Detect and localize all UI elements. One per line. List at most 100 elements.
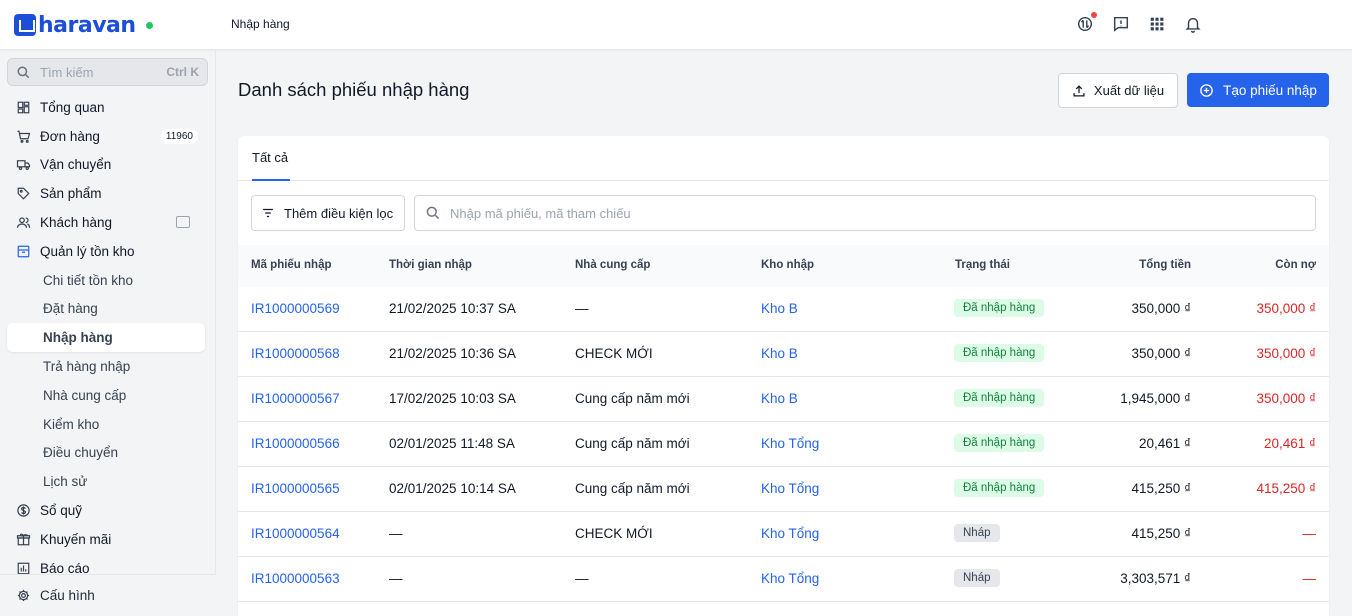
filter-icon xyxy=(263,208,273,218)
receipt-code-link[interactable]: IR1000000563 xyxy=(251,571,340,586)
receipt-total: 350,000 ₫ xyxy=(1131,301,1191,316)
receipt-code-link[interactable]: IR1000000569 xyxy=(251,301,340,316)
gear-icon xyxy=(17,589,30,602)
sidebar-subitem-label: Điều chuyển xyxy=(43,445,119,461)
sidebar-search[interactable]: Tìm kiếm Ctrl K xyxy=(7,58,208,86)
receipt-search xyxy=(414,195,1316,231)
table-row[interactable]: IR1000000569 21/02/2025 10:37 SA — Kho B… xyxy=(238,287,1329,332)
sidebar-subitem-purchase-order[interactable]: Đặt hàng xyxy=(0,295,216,324)
receipt-debt: 350,000 ₫ xyxy=(1256,301,1316,316)
sidebar-item-settings[interactable]: Cấu hình xyxy=(0,574,216,616)
sidebar-item-label: Tổng quan xyxy=(40,99,105,115)
column-header[interactable]: Kho nhập xyxy=(761,259,814,271)
sidebar-item-cashbook[interactable]: Sổ quỹ xyxy=(0,496,216,525)
sidebar-item-customers[interactable]: Khách hàng xyxy=(0,208,216,237)
tab-all[interactable]: Tất cả xyxy=(252,150,290,181)
receipt-supplier: — xyxy=(575,301,589,316)
breadcrumb: Nhập hàng xyxy=(231,17,290,31)
receipt-debt: 415,250 ₫ xyxy=(1256,481,1316,496)
add-filter-button[interactable]: Thêm điều kiện lọc xyxy=(251,195,405,231)
sidebar-item-products[interactable]: Sản phẩm xyxy=(0,179,216,208)
sidebar-item-shipping[interactable]: Vận chuyển xyxy=(0,151,216,180)
create-button-label: Tạo phiếu nhập xyxy=(1223,82,1317,98)
tag-icon xyxy=(17,187,30,200)
sidebar-item-orders[interactable]: Đơn hàng 11960 xyxy=(0,122,216,151)
receipt-time: 17/02/2025 10:03 SA xyxy=(389,391,516,406)
search-icon xyxy=(426,206,440,220)
table-row[interactable]: IR1000000565 02/01/2025 10:14 SA Cung cấ… xyxy=(238,467,1329,512)
orders-count-badge: 11960 xyxy=(160,128,198,144)
receipt-warehouse-link[interactable]: Kho Tổng xyxy=(761,526,819,541)
receipt-debt: 350,000 ₫ xyxy=(1256,346,1316,361)
table-row[interactable]: IR1000000567 17/02/2025 10:03 SA Cung cấ… xyxy=(238,377,1329,422)
online-status-dot xyxy=(145,21,153,29)
receipt-code-link[interactable]: IR1000000568 xyxy=(251,346,340,361)
tabs-bar: Tất cả xyxy=(238,136,1329,181)
receipt-warehouse-link[interactable]: Kho Tổng xyxy=(761,481,819,496)
sidebar-subitem-label: Trả hàng nhập xyxy=(43,359,131,375)
receipt-search-input[interactable] xyxy=(450,205,1315,221)
search-icon xyxy=(17,66,30,78)
feedback-icon[interactable] xyxy=(1112,15,1130,33)
column-header[interactable]: Nhà cung cấp xyxy=(575,259,650,271)
receipt-code-link[interactable]: IR1000000566 xyxy=(251,436,340,451)
export-button[interactable]: Xuất dữ liệu xyxy=(1058,73,1178,108)
receipt-warehouse-link[interactable]: Kho B xyxy=(761,301,798,316)
sidebar-nav: Tổng quan Đơn hàng 11960 Vận chuyển Sản … xyxy=(0,93,216,583)
receipt-time: — xyxy=(389,571,403,586)
bell-icon[interactable] xyxy=(1184,15,1202,33)
receipt-code-link[interactable]: IR1000000567 xyxy=(251,391,340,406)
sidebar-subitem-transfer[interactable]: Điều chuyển xyxy=(0,439,216,468)
sidebar-footer-label: Cấu hình xyxy=(40,588,95,603)
receipt-debt: 350,000 ₫ xyxy=(1256,391,1316,406)
receipt-time: 02/01/2025 10:14 SA xyxy=(389,481,516,496)
customer-card-icon[interactable] xyxy=(176,216,190,229)
filter-row: Thêm điều kiện lọc xyxy=(251,195,1316,231)
receipt-warehouse-link[interactable]: Kho Tổng xyxy=(761,571,819,586)
receipt-code-link[interactable]: IR1000000564 xyxy=(251,526,340,541)
users-icon xyxy=(16,217,31,228)
receipt-warehouse-link[interactable]: Kho B xyxy=(761,391,798,406)
receipt-warehouse-link[interactable]: Kho Tổng xyxy=(761,436,819,451)
table-row[interactable]: IR1000000564 — CHECK MỚI Kho Tổng Nháp 4… xyxy=(238,512,1329,557)
apps-grid-icon[interactable] xyxy=(1148,15,1166,33)
truck-icon xyxy=(16,160,31,171)
column-header[interactable]: Còn nợ xyxy=(1275,259,1316,271)
sidebar-subitem-receive[interactable]: Nhập hàng xyxy=(7,323,205,353)
sidebar-item-overview[interactable]: Tổng quan xyxy=(0,93,216,122)
sidebar-subitem-stocktake[interactable]: Kiểm kho xyxy=(0,410,216,439)
receipt-warehouse-link[interactable]: Kho B xyxy=(761,346,798,361)
export-button-label: Xuất dữ liệu xyxy=(1093,83,1165,98)
table-header: Mã phiếu nhập Thời gian nhập Nhà cung cấ… xyxy=(238,245,1329,287)
sidebar-item-label: Đơn hàng xyxy=(40,128,100,144)
receipt-supplier: CHECK MỚI xyxy=(575,346,653,361)
receipt-time: 02/01/2025 11:48 SA xyxy=(389,436,515,451)
receipt-supplier: CHECK MỚI xyxy=(575,526,653,541)
sidebar-subitem-label: Kiểm kho xyxy=(43,416,100,432)
receipt-supplier: Cung cấp năm mới xyxy=(575,436,690,451)
haravan-logo[interactable]: haravan xyxy=(14,10,153,40)
sidebar-subitem-return[interactable]: Trả hàng nhập xyxy=(0,352,216,381)
receipts-card: Tất cả Thêm điều kiện lọc Mã phiếu nhập … xyxy=(238,136,1329,616)
sidebar-item-inventory[interactable]: Quản lý tồn kho xyxy=(0,237,216,266)
table-row[interactable]: IR1000000566 02/01/2025 11:48 SA Cung cấ… xyxy=(238,422,1329,467)
sidebar-subitem-stock-detail[interactable]: Chi tiết tồn kho xyxy=(0,266,216,295)
table-row[interactable]: IR1000000563 — — Kho Tổng Nháp 3,303,571… xyxy=(238,557,1329,602)
sidebar-item-label: Khách hàng xyxy=(40,215,113,231)
sidebar-subitem-suppliers[interactable]: Nhà cung cấp xyxy=(0,381,216,410)
column-header[interactable]: Mã phiếu nhập xyxy=(251,259,332,271)
sidebar-item-label: Sổ quỹ xyxy=(40,503,83,519)
create-receipt-button[interactable]: Tạo phiếu nhập xyxy=(1187,73,1329,107)
dashboard-icon xyxy=(17,101,30,114)
table-row[interactable]: IR1000000568 21/02/2025 10:36 SA CHECK M… xyxy=(238,332,1329,377)
receipt-time: — xyxy=(389,526,403,541)
sidebar-item-promotions[interactable]: Khuyến mãi xyxy=(0,525,216,554)
receipt-code-link[interactable]: IR1000000565 xyxy=(251,481,340,496)
receipt-debt: — xyxy=(1302,571,1317,586)
sidebar-subitem-history[interactable]: Lịch sử xyxy=(0,467,216,496)
status-badge: Đã nhập hàng xyxy=(954,344,1045,362)
column-header[interactable]: Tổng tiền xyxy=(1139,259,1191,271)
exchange-icon[interactable] xyxy=(1076,12,1097,33)
column-header[interactable]: Trạng thái xyxy=(955,259,1010,271)
column-header[interactable]: Thời gian nhập xyxy=(389,259,472,271)
